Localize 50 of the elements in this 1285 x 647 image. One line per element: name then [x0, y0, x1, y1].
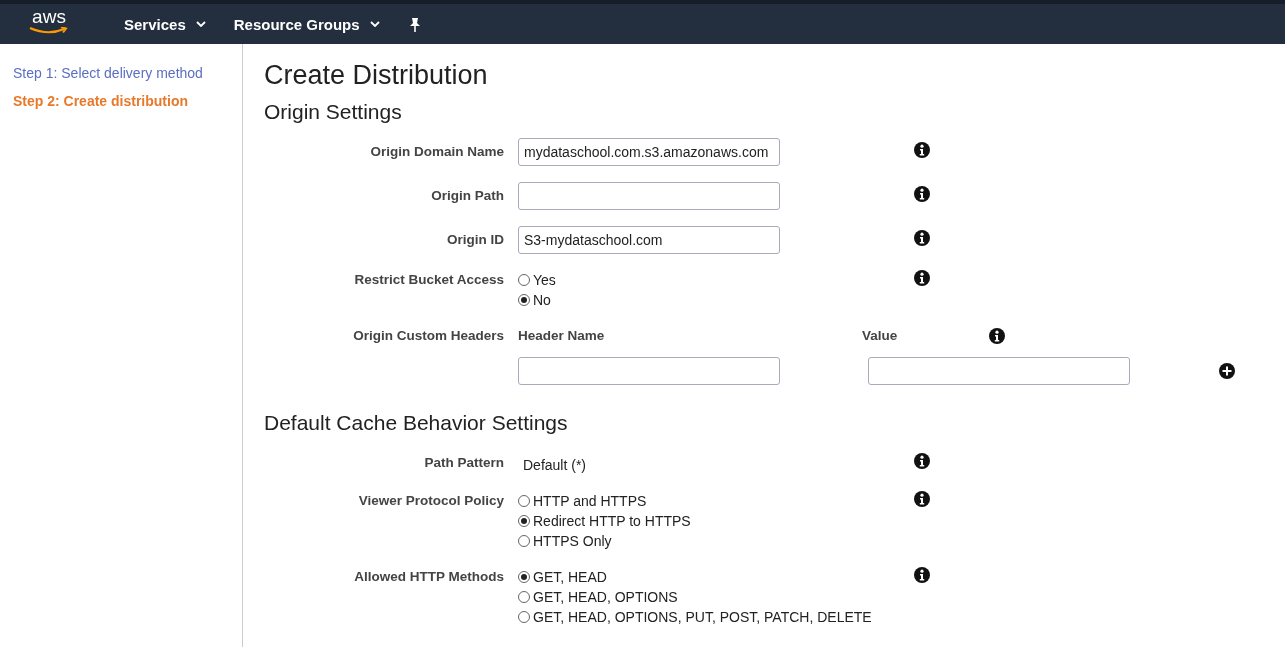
text-field[interactable]	[518, 182, 780, 210]
radio-button[interactable]	[518, 294, 530, 306]
info-icon[interactable]	[914, 142, 930, 158]
wizard-step[interactable]: Step 1: Select delivery method	[13, 64, 203, 82]
text-field[interactable]: mydataschool.com.s3.amazonaws.com	[518, 138, 780, 166]
radio-button[interactable]	[518, 591, 530, 603]
nav-menu[interactable]: Resource Groups	[233, 15, 380, 33]
text-field[interactable]: S3-mydataschool.com	[518, 226, 780, 254]
field-label: Origin Domain Name	[370, 143, 504, 161]
field-value: Default (*)	[522, 456, 587, 475]
info-icon[interactable]	[914, 453, 930, 469]
radio-button[interactable]	[518, 274, 530, 286]
info-icon[interactable]	[914, 230, 930, 246]
radio-button[interactable]	[518, 571, 530, 583]
field-label: Origin Path	[431, 187, 504, 205]
field-label: Allowed HTTP Methods	[354, 568, 504, 586]
radio-label[interactable]: HTTPS Only	[533, 531, 612, 551]
add-icon[interactable]	[1219, 363, 1235, 379]
column-header: Header Name	[518, 327, 605, 345]
info-icon[interactable]	[914, 567, 930, 583]
field-label: Origin Custom Headers	[352, 327, 504, 345]
info-icon[interactable]	[914, 186, 930, 202]
column-header: Value	[862, 327, 898, 345]
radio-label[interactable]: No	[533, 290, 551, 310]
radio-button[interactable]	[518, 515, 530, 527]
radio-label[interactable]: Redirect HTTP to HTTPS	[533, 511, 691, 531]
page-title: Create Distribution	[264, 59, 488, 92]
info-icon[interactable]	[914, 491, 930, 507]
text-field[interactable]	[868, 357, 1130, 385]
caret-icon	[195, 21, 206, 27]
text-field[interactable]	[518, 357, 780, 385]
field-label: Origin ID	[447, 231, 504, 249]
field-label: Restrict Bucket Access	[354, 271, 504, 289]
section-heading: Origin Settings	[264, 99, 402, 125]
radio-label[interactable]: HTTP and HTTPS	[533, 491, 647, 511]
field-label: Viewer Protocol Policy	[358, 492, 504, 510]
info-icon[interactable]	[989, 328, 1005, 344]
radio-button[interactable]	[518, 535, 530, 547]
radio-label[interactable]: GET, HEAD, OPTIONS, PUT, POST, PATCH, DELETE	[533, 607, 872, 627]
nav-menu[interactable]: Services	[124, 15, 206, 33]
aws-logo[interactable]: aws	[28, 7, 70, 35]
radio-label[interactable]: GET, HEAD	[533, 567, 607, 587]
info-icon[interactable]	[914, 270, 930, 286]
radio-label[interactable]: GET, HEAD, OPTIONS	[533, 587, 678, 607]
radio-button[interactable]	[518, 611, 530, 623]
caret-icon	[369, 21, 380, 27]
radio-label[interactable]: Yes	[533, 270, 556, 290]
section-heading: Default Cache Behavior Settings	[264, 410, 568, 436]
field-label: Path Pattern	[424, 454, 504, 472]
radio-button[interactable]	[518, 495, 530, 507]
